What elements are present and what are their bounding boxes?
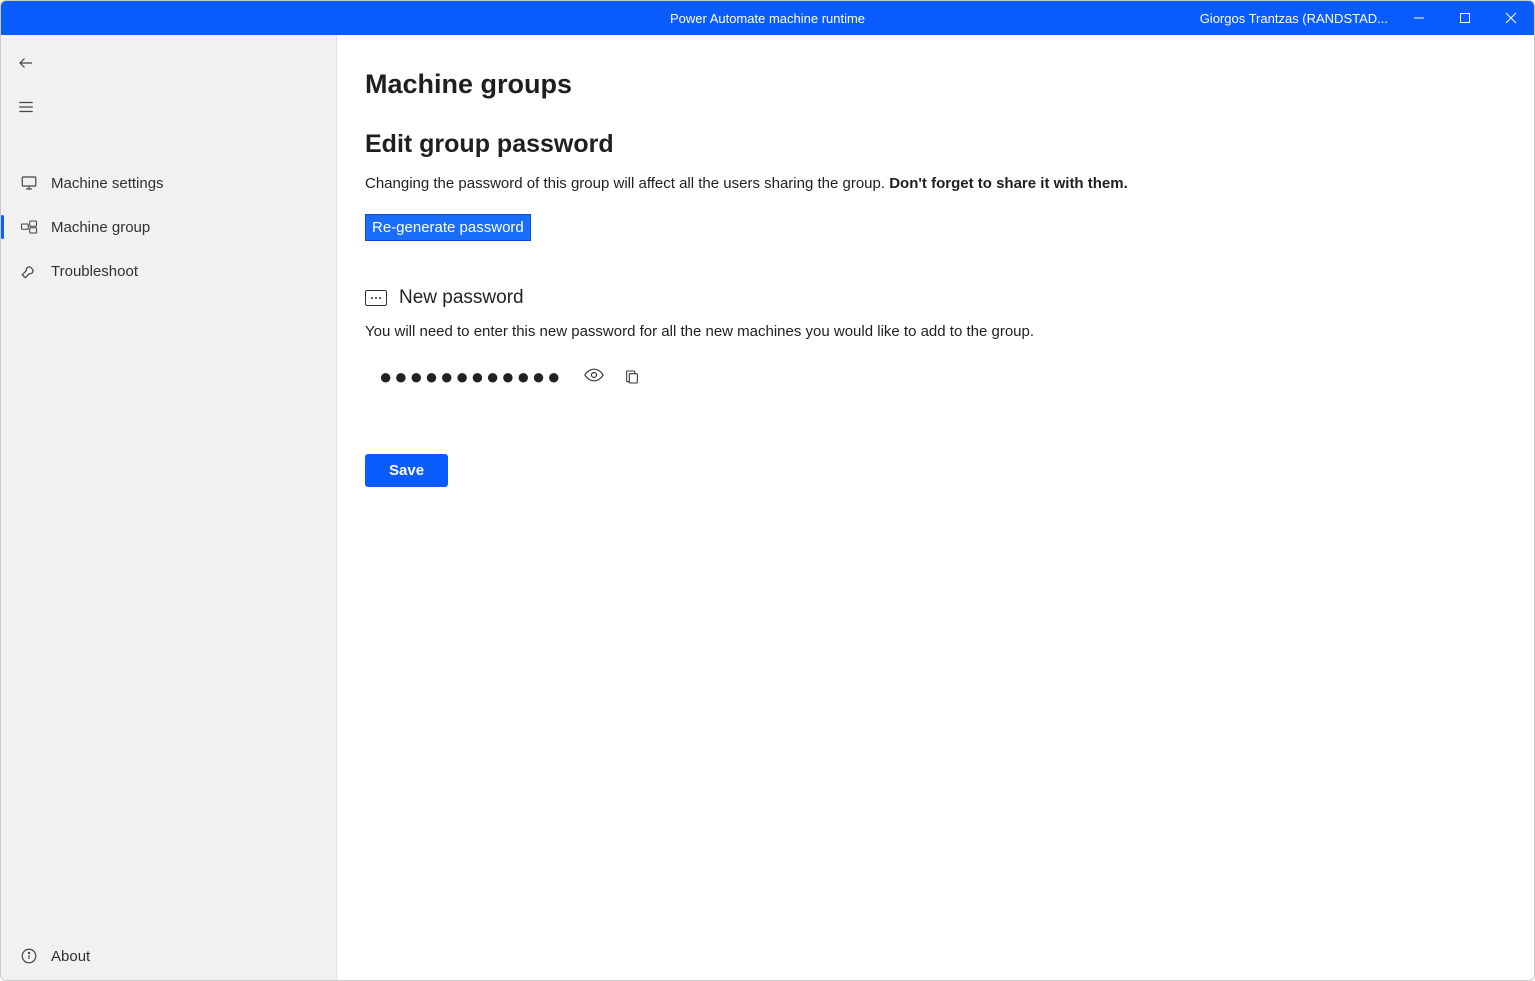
hamburger-button[interactable] bbox=[1, 87, 45, 127]
sidebar: Machine settings Machine group Troublesh… bbox=[1, 35, 337, 980]
show-password-icon[interactable] bbox=[584, 368, 602, 386]
app-body: Machine settings Machine group Troublesh… bbox=[1, 35, 1534, 980]
nav-troubleshoot[interactable]: Troubleshoot bbox=[1, 249, 336, 293]
section-description: Changing the password of this group will… bbox=[365, 175, 1506, 192]
desc-text: Changing the password of this group will… bbox=[365, 175, 889, 192]
copy-password-icon[interactable] bbox=[624, 368, 642, 386]
info-icon bbox=[17, 944, 41, 968]
new-password-heading: New password bbox=[365, 287, 1506, 309]
about-button[interactable]: About bbox=[1, 932, 336, 980]
main-content: Machine groups Edit group password Chang… bbox=[337, 35, 1534, 980]
group-icon bbox=[17, 215, 41, 239]
nav-label: Troubleshoot bbox=[51, 263, 138, 280]
nav-machine-settings[interactable]: Machine settings bbox=[1, 161, 336, 205]
title-bar: Power Automate machine runtime Giorgos T… bbox=[1, 1, 1534, 35]
window-controls bbox=[1396, 1, 1534, 35]
new-password-section: New password You will need to enter this… bbox=[365, 287, 1506, 487]
app-window: Power Automate machine runtime Giorgos T… bbox=[0, 0, 1535, 981]
back-button[interactable] bbox=[1, 43, 45, 83]
page-title: Machine groups bbox=[365, 69, 1506, 100]
new-password-label: New password bbox=[399, 287, 524, 309]
maximize-button[interactable] bbox=[1442, 1, 1488, 35]
nav-label: Machine settings bbox=[51, 175, 164, 192]
new-password-description: You will need to enter this new password… bbox=[365, 323, 1506, 340]
nav-label: Machine group bbox=[51, 219, 150, 236]
regenerate-password-button[interactable]: Re-generate password bbox=[365, 214, 531, 241]
monitor-icon bbox=[17, 171, 41, 195]
sidebar-nav: Machine settings Machine group Troublesh… bbox=[1, 161, 336, 293]
sidebar-top bbox=[1, 35, 336, 131]
window-title: Power Automate machine runtime bbox=[670, 11, 865, 26]
save-button[interactable]: Save bbox=[365, 454, 448, 487]
nav-machine-group[interactable]: Machine group bbox=[1, 205, 336, 249]
password-icon bbox=[365, 290, 387, 306]
section-title: Edit group password bbox=[365, 130, 1506, 159]
close-button[interactable] bbox=[1488, 1, 1534, 35]
password-row: ●●●●●●●●●●●● bbox=[365, 364, 1506, 390]
wrench-icon bbox=[17, 259, 41, 283]
desc-strong: Don't forget to share it with them. bbox=[889, 175, 1128, 192]
about-label: About bbox=[51, 948, 90, 965]
password-value: ●●●●●●●●●●●● bbox=[379, 364, 562, 390]
minimize-button[interactable] bbox=[1396, 1, 1442, 35]
user-name[interactable]: Giorgos Trantzas (RANDSTAD... bbox=[1200, 11, 1388, 26]
